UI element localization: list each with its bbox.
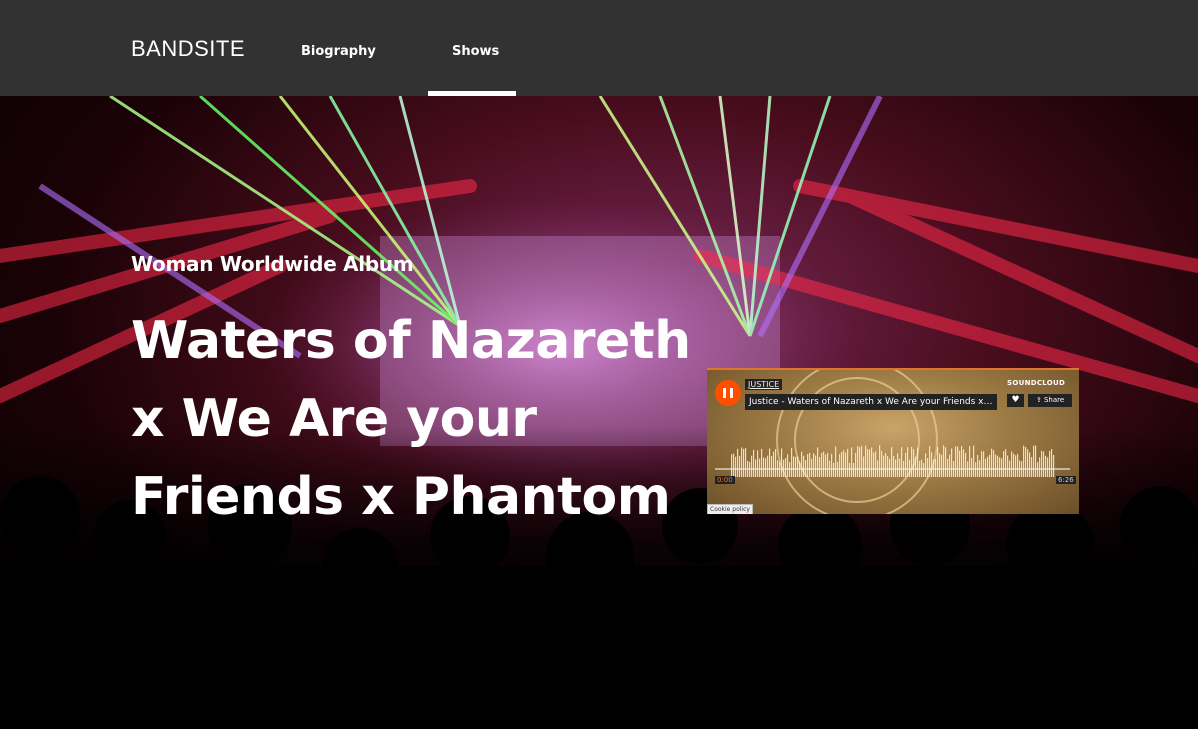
top-nav: BANDSITE Biography Shows <box>0 0 1198 96</box>
artist-link[interactable]: JUSTICE <box>745 379 783 390</box>
current-time: 0:00 <box>715 476 735 484</box>
soundcloud-logo[interactable]: SOUNDCLOUD <box>1007 379 1065 387</box>
hero-section: Woman Worldwide Album Waters of Nazareth… <box>0 96 1198 729</box>
nav-link-shows[interactable]: Shows <box>452 44 499 59</box>
waveform <box>715 445 1070 477</box>
hero-title: Waters of Nazareth x We Are your Friends… <box>131 311 691 527</box>
album-art <box>715 370 1070 514</box>
album-subtitle: Woman Worldwide Album <box>131 252 414 276</box>
site-logo[interactable]: BANDSITE <box>131 36 245 62</box>
track-title-link[interactable]: Justice - Waters of Nazareth x We Are yo… <box>745 394 997 410</box>
share-button[interactable]: ⇪ Share <box>1028 394 1072 407</box>
share-label: Share <box>1043 396 1065 404</box>
heart-icon[interactable]: ♥ <box>1007 394 1024 407</box>
pause-button[interactable] <box>715 380 741 406</box>
soundcloud-player: JUSTICE Justice - Waters of Nazareth x W… <box>707 368 1079 514</box>
nav-link-biography[interactable]: Biography <box>301 44 376 59</box>
cookie-policy-link[interactable]: Cookie policy <box>707 504 753 514</box>
duration: 6:26 <box>1056 476 1076 484</box>
